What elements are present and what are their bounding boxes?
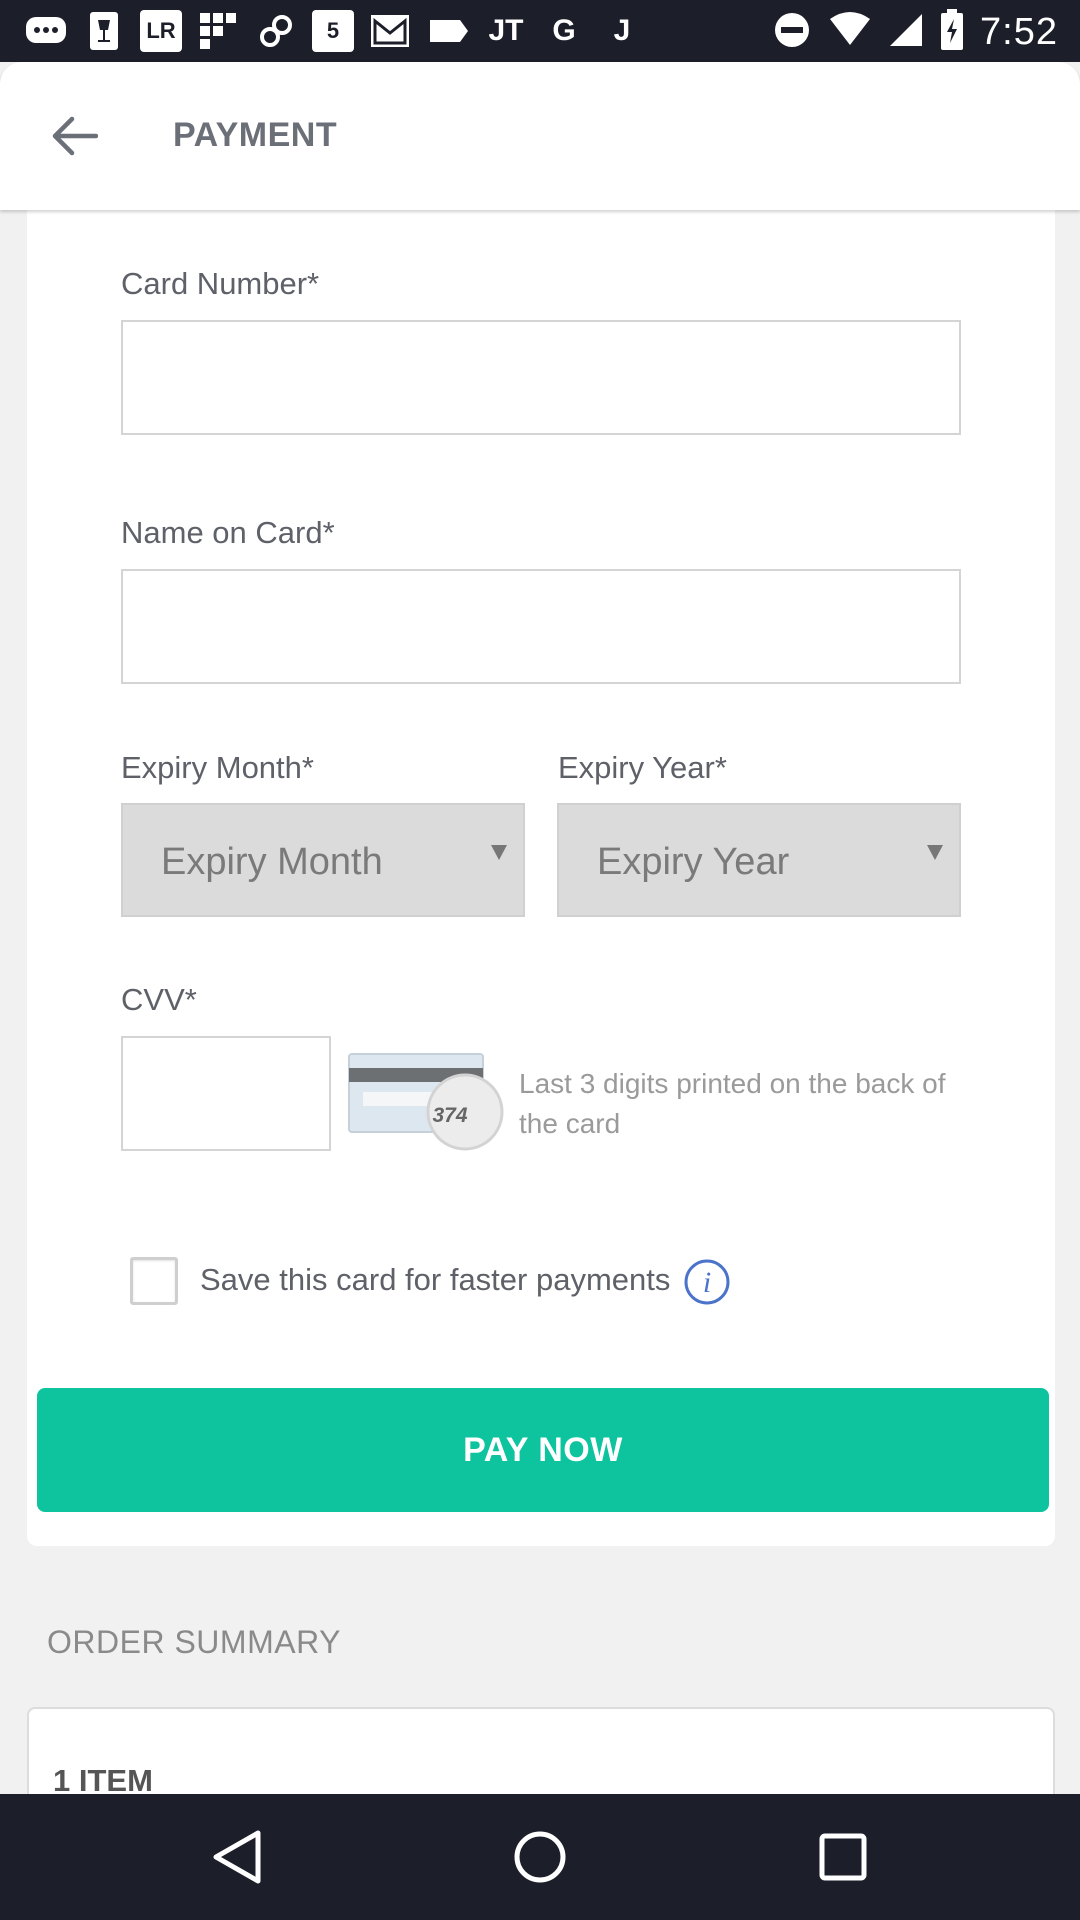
- tag-icon: [426, 9, 470, 53]
- card-back-icon: 374: [348, 1053, 504, 1151]
- expiry-month-label: Expiry Month*: [121, 750, 314, 785]
- status-bar: LR 5 JT G J 7:52: [0, 0, 1080, 62]
- wine-icon: [82, 9, 126, 53]
- nav-back-icon: [213, 1830, 261, 1884]
- pay-now-button[interactable]: PAY NOW: [37, 1388, 1049, 1512]
- nav-recents-icon: [819, 1833, 867, 1881]
- lr-app-icon: LR: [140, 10, 182, 52]
- nav-back-button[interactable]: [204, 1824, 270, 1890]
- info-icon[interactable]: i: [683, 1258, 731, 1306]
- clock: 7:52: [980, 11, 1058, 53]
- nav-recents-button[interactable]: [810, 1824, 876, 1890]
- name-on-card-input[interactable]: [121, 569, 961, 684]
- save-card-checkbox[interactable]: [130, 1257, 178, 1305]
- back-arrow-icon: [52, 116, 98, 156]
- navigation-bar: [0, 1794, 1080, 1920]
- five-app-icon: 5: [312, 10, 354, 52]
- app-bar: PAYMENT: [0, 62, 1080, 210]
- save-card-label[interactable]: Save this card for faster payments: [200, 1262, 670, 1298]
- cell-signal-icon: [888, 12, 924, 53]
- j-app-icon: J: [613, 14, 631, 47]
- card-number-label: Card Number*: [121, 266, 320, 301]
- cvv-input[interactable]: [121, 1036, 331, 1151]
- dropdown-arrow-icon: [491, 845, 507, 860]
- cvv-example-number: 374: [432, 1104, 467, 1127]
- expiry-year-value: Expiry Year: [597, 841, 790, 883]
- nav-home-button[interactable]: [507, 1824, 573, 1890]
- expiry-month-select[interactable]: Expiry Month: [121, 803, 525, 917]
- name-on-card-label: Name on Card*: [121, 515, 335, 550]
- back-button[interactable]: [46, 108, 102, 164]
- wifi-icon: [828, 11, 872, 54]
- page-title: PAYMENT: [173, 116, 338, 154]
- info-icon-glyph: i: [703, 1266, 711, 1299]
- expiry-year-label: Expiry Year*: [558, 750, 727, 785]
- cvv-help-text: Last 3 digits printed on the back of the…: [519, 1068, 946, 1139]
- chat-bubble-icon: [24, 9, 68, 53]
- grid-app-icon: [196, 9, 240, 53]
- link-app-icon: [254, 9, 298, 53]
- expiry-month-value: Expiry Month: [161, 841, 383, 883]
- nav-home-icon: [514, 1831, 566, 1883]
- google-icon: G: [552, 14, 576, 47]
- expiry-year-select[interactable]: Expiry Year: [557, 803, 961, 917]
- jt-app-icon: JT: [488, 14, 524, 47]
- dropdown-arrow-icon: [927, 845, 943, 860]
- battery-charging-icon: [940, 9, 964, 56]
- do-not-disturb-icon: [772, 10, 812, 55]
- cvv-label: CVV*: [121, 982, 197, 1017]
- order-summary-title: ORDER SUMMARY: [47, 1624, 341, 1660]
- gmail-icon: [368, 9, 412, 53]
- payment-form: Card Number* Name on Card* Expiry Month*…: [27, 210, 1055, 1546]
- notification-icons: LR 5 JT G J: [24, 9, 644, 53]
- system-indicators: 7:52: [772, 9, 1058, 56]
- card-number-input[interactable]: [121, 320, 961, 435]
